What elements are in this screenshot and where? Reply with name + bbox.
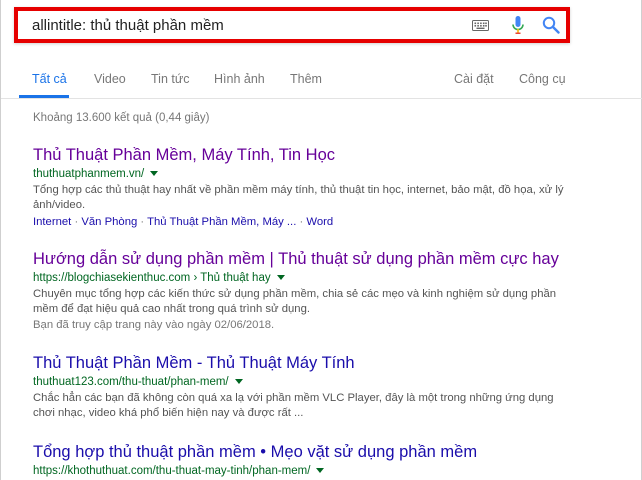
active-tab-indicator: [19, 95, 69, 98]
result-stats: Khoảng 13.600 kết quả (0,44 giây): [33, 112, 210, 124]
tab-images[interactable]: Hình ảnh: [214, 72, 265, 86]
sitelink[interactable]: Văn Phòng: [81, 216, 137, 228]
keyboard-icon[interactable]: [472, 20, 489, 31]
tab-all[interactable]: Tất cả: [32, 72, 67, 86]
search-result: Tổng hợp thủ thuật phần mềm • Mẹo vặt sử…: [33, 442, 593, 479]
url-menu-caret-icon[interactable]: [316, 468, 325, 474]
result-url: thuthuatphanmem.vn/: [33, 167, 593, 182]
result-title[interactable]: Tổng hợp thủ thuật phần mềm • Mẹo vặt sử…: [33, 442, 593, 462]
tools-link[interactable]: Công cụ: [519, 72, 566, 86]
result-url: thuthuat123.com/thu-thuat/phan-mem/: [33, 375, 593, 390]
tab-more[interactable]: Thêm: [290, 72, 322, 86]
search-result: Thủ Thuật Phần Mềm, Máy Tính, Tin Học th…: [33, 145, 593, 230]
settings-link[interactable]: Cài đặt: [454, 72, 494, 86]
result-title[interactable]: Hướng dẫn sử dụng phần mềm | Thủ thuật s…: [33, 249, 593, 269]
search-tabs: Tất cả Video Tin tức Hình ảnh Thêm Cài đ…: [1, 56, 642, 99]
result-url: https://khothuthuat.com/thu-thuat-may-ti…: [33, 464, 593, 479]
result-title[interactable]: Thủ Thuật Phần Mềm, Máy Tính, Tin Học: [33, 145, 593, 165]
result-snippet: Chắc hẳn các bạn đã không còn quá xa lạ …: [33, 392, 554, 419]
tab-video[interactable]: Video: [94, 72, 126, 86]
search-box[interactable]: [14, 7, 570, 43]
tab-news[interactable]: Tin tức: [151, 72, 189, 86]
url-menu-caret-icon[interactable]: [276, 275, 285, 281]
search-result: Thủ Thuật Phần Mềm - Thủ Thuật Máy Tính …: [33, 353, 593, 421]
sitelinks: Internet · Văn Phòng · Thủ Thuật Phần Mề…: [33, 216, 334, 228]
microphone-icon[interactable]: [512, 16, 524, 35]
url-menu-caret-icon[interactable]: [150, 171, 159, 177]
search-icon[interactable]: [542, 16, 560, 34]
result-snippet: Tổng hợp các thủ thuật hay nhất về phần …: [33, 184, 564, 211]
url-menu-caret-icon[interactable]: [234, 379, 243, 385]
search-input[interactable]: [32, 11, 452, 39]
result-url: https://blogchiasekienthuc.com › Thủ thu…: [33, 271, 593, 286]
sitelink[interactable]: Internet: [33, 216, 71, 228]
result-title[interactable]: Thủ Thuật Phần Mềm - Thủ Thuật Máy Tính: [33, 353, 593, 373]
sitelink[interactable]: Word: [306, 216, 333, 228]
visited-note: Bạn đã truy cập trang này vào ngày 02/06…: [33, 319, 275, 331]
result-snippet: Chuyên mục tổng hợp các kiến thức sử dụn…: [33, 288, 557, 315]
sitelink[interactable]: Thủ Thuật Phần Mềm, Máy ...: [147, 216, 296, 228]
search-result: Hướng dẫn sử dụng phần mềm | Thủ thuật s…: [33, 249, 593, 333]
